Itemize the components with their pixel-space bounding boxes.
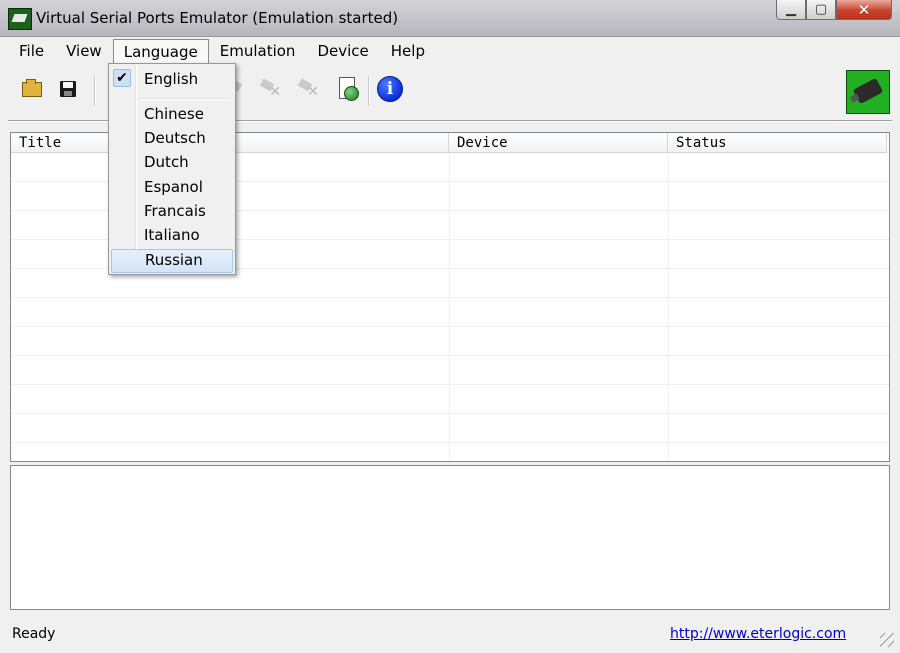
menu-language[interactable]: Language <box>112 39 209 63</box>
table-row <box>11 298 889 327</box>
menu-separator <box>139 98 231 100</box>
close-button[interactable]: ✕ <box>836 0 892 20</box>
menu-view[interactable]: View <box>55 39 113 63</box>
web-doc-button[interactable] <box>334 74 362 104</box>
language-item-english[interactable]: ✔ English <box>111 68 233 92</box>
column-status[interactable]: Status <box>668 133 887 153</box>
language-item-deutsch[interactable]: Deutsch <box>111 127 233 151</box>
table-row <box>11 327 889 356</box>
menu-help[interactable]: Help <box>380 39 436 63</box>
toolbar-separator <box>368 76 370 106</box>
menu-file[interactable]: File <box>8 39 55 63</box>
open-button[interactable] <box>18 74 46 104</box>
remove-all-button[interactable]: ✕ <box>294 74 322 104</box>
caption-buttons: ▁ ▢ ✕ <box>776 0 892 22</box>
language-item-dutch[interactable]: Dutch <box>111 151 233 175</box>
app-window: Virtual Serial Ports Emulator (Emulation… <box>0 0 900 653</box>
maximize-button[interactable]: ▢ <box>806 0 836 20</box>
window-title: Virtual Serial Ports Emulator (Emulation… <box>36 9 399 27</box>
language-item-espanol[interactable]: Espanol <box>111 176 233 200</box>
column-device[interactable]: Device <box>449 133 668 153</box>
save-button[interactable] <box>54 74 82 104</box>
title-bar[interactable]: Virtual Serial Ports Emulator (Emulation… <box>0 0 900 37</box>
table-row <box>11 414 889 443</box>
minimize-button[interactable]: ▁ <box>776 0 806 20</box>
open-folder-icon <box>22 78 42 97</box>
save-icon <box>60 81 76 97</box>
table-row <box>11 385 889 414</box>
language-item-russian[interactable]: Russian <box>111 249 233 273</box>
document-globe-icon <box>337 77 359 101</box>
language-label: English <box>144 70 199 88</box>
menu-bar: File View Language Emulation Device Help <box>8 38 892 64</box>
language-dropdown: ✔ English Chinese Deutsch Dutch Espanol … <box>108 63 236 275</box>
log-pane[interactable] <box>10 465 890 610</box>
app-icon <box>8 8 32 30</box>
checkmark-icon: ✔ <box>113 69 131 87</box>
remove-device-button[interactable]: ✕ <box>256 74 284 104</box>
status-bar: Ready http://www.eterlogic.com <box>0 620 900 653</box>
language-item-italiano[interactable]: Italiano <box>111 224 233 248</box>
website-link[interactable]: http://www.eterlogic.com <box>670 626 846 642</box>
info-icon: i <box>377 76 403 102</box>
about-button[interactable]: i <box>376 74 404 104</box>
plug-remove-all-icon: ✕ <box>297 78 319 99</box>
menu-device[interactable]: Device <box>306 39 379 63</box>
menu-emulation[interactable]: Emulation <box>209 39 307 63</box>
language-item-francais[interactable]: Francais <box>111 200 233 224</box>
status-text: Ready <box>12 626 56 642</box>
toolbar-separator <box>94 76 96 106</box>
resize-grip-icon[interactable] <box>880 633 894 647</box>
language-item-chinese[interactable]: Chinese <box>111 103 233 127</box>
plug-remove-icon: ✕ <box>259 78 281 99</box>
table-row <box>11 356 889 385</box>
brand-logo-icon <box>846 70 890 114</box>
